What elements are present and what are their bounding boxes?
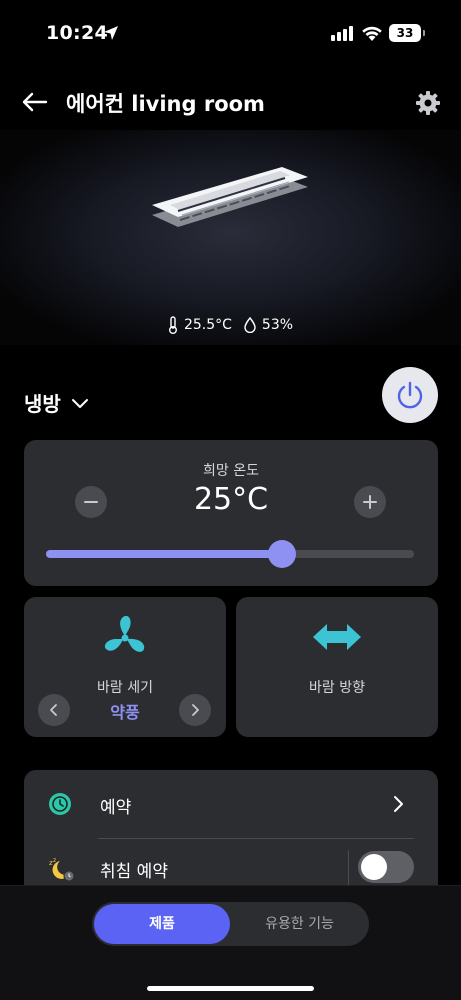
- room-temperature: 25.5°C: [168, 316, 232, 334]
- mode-label: 냉방: [24, 392, 61, 416]
- slider-thumb[interactable]: [267, 540, 296, 568]
- chevron-right-icon: [192, 704, 199, 716]
- segmented-tabs: 제품 유용한 기능: [92, 902, 369, 946]
- status-bar: 10:24 33: [0, 0, 461, 64]
- sleep-timer-label: 취침 예약: [100, 862, 168, 882]
- clock-icon: [49, 793, 71, 815]
- room-humidity: 53%: [244, 316, 293, 334]
- reservation-label: 예약: [100, 798, 132, 818]
- fan-speed-prev-button[interactable]: [38, 694, 70, 726]
- cellular-signal-icon: [331, 26, 353, 41]
- power-icon: [397, 381, 423, 409]
- gear-icon[interactable]: [414, 89, 442, 117]
- power-button[interactable]: [382, 367, 438, 423]
- increase-temperature-button[interactable]: [354, 486, 386, 518]
- wind-direction-label: 바람 방향: [309, 680, 365, 696]
- chevron-right-icon: [394, 796, 403, 812]
- mode-selector[interactable]: 냉방: [24, 388, 89, 417]
- target-temperature-label: 희망 온도: [203, 463, 259, 479]
- plus-icon: [363, 495, 377, 509]
- fan-speed-next-button[interactable]: [179, 694, 211, 726]
- room-temperature-value: 25.5°C: [183, 317, 232, 333]
- horizontal-arrows-icon: [313, 624, 361, 650]
- schedule-list: 예약 z z 취침 예약: [24, 770, 438, 900]
- water-drop-icon: [244, 317, 256, 333]
- reservation-row[interactable]: 예약: [24, 774, 438, 839]
- home-indicator: [147, 986, 314, 991]
- tab-product[interactable]: 제품: [94, 904, 230, 944]
- temperature-card: 희망 온도 25°C: [24, 440, 438, 586]
- battery-indicator: 33: [389, 24, 425, 42]
- thermometer-icon: [168, 316, 177, 334]
- room-humidity-value: 53%: [261, 317, 294, 333]
- status-time: 10:24: [46, 22, 108, 44]
- svg-text:z: z: [53, 857, 56, 864]
- vertical-divider: [348, 850, 349, 886]
- back-arrow-icon[interactable]: [20, 90, 48, 114]
- fan-icon: [104, 615, 145, 652]
- toggle-knob: [361, 854, 387, 880]
- wifi-icon: [362, 26, 382, 41]
- air-conditioner-image: [152, 167, 308, 227]
- tab-useful-features[interactable]: 유용한 기능: [232, 904, 367, 944]
- decrease-temperature-button[interactable]: [75, 486, 107, 518]
- temperature-slider[interactable]: [46, 540, 414, 568]
- page-title: 에어컨 living room: [66, 92, 265, 116]
- location-arrow-icon: [104, 26, 118, 40]
- fan-speed-card: 바람 세기 약풍: [24, 597, 226, 737]
- chevron-down-icon: [71, 398, 88, 408]
- wind-direction-card[interactable]: 바람 방향: [236, 597, 438, 737]
- slider-fill: [46, 550, 282, 558]
- bottom-navigation: 제품 유용한 기능: [0, 885, 461, 1000]
- sleep-moon-icon: z z: [49, 857, 75, 882]
- chevron-left-icon: [50, 704, 57, 716]
- minus-icon: [84, 501, 98, 503]
- sleep-timer-toggle[interactable]: [358, 851, 414, 883]
- header: 에어컨 living room: [0, 78, 461, 128]
- device-hero: 25.5°C 53%: [0, 130, 461, 345]
